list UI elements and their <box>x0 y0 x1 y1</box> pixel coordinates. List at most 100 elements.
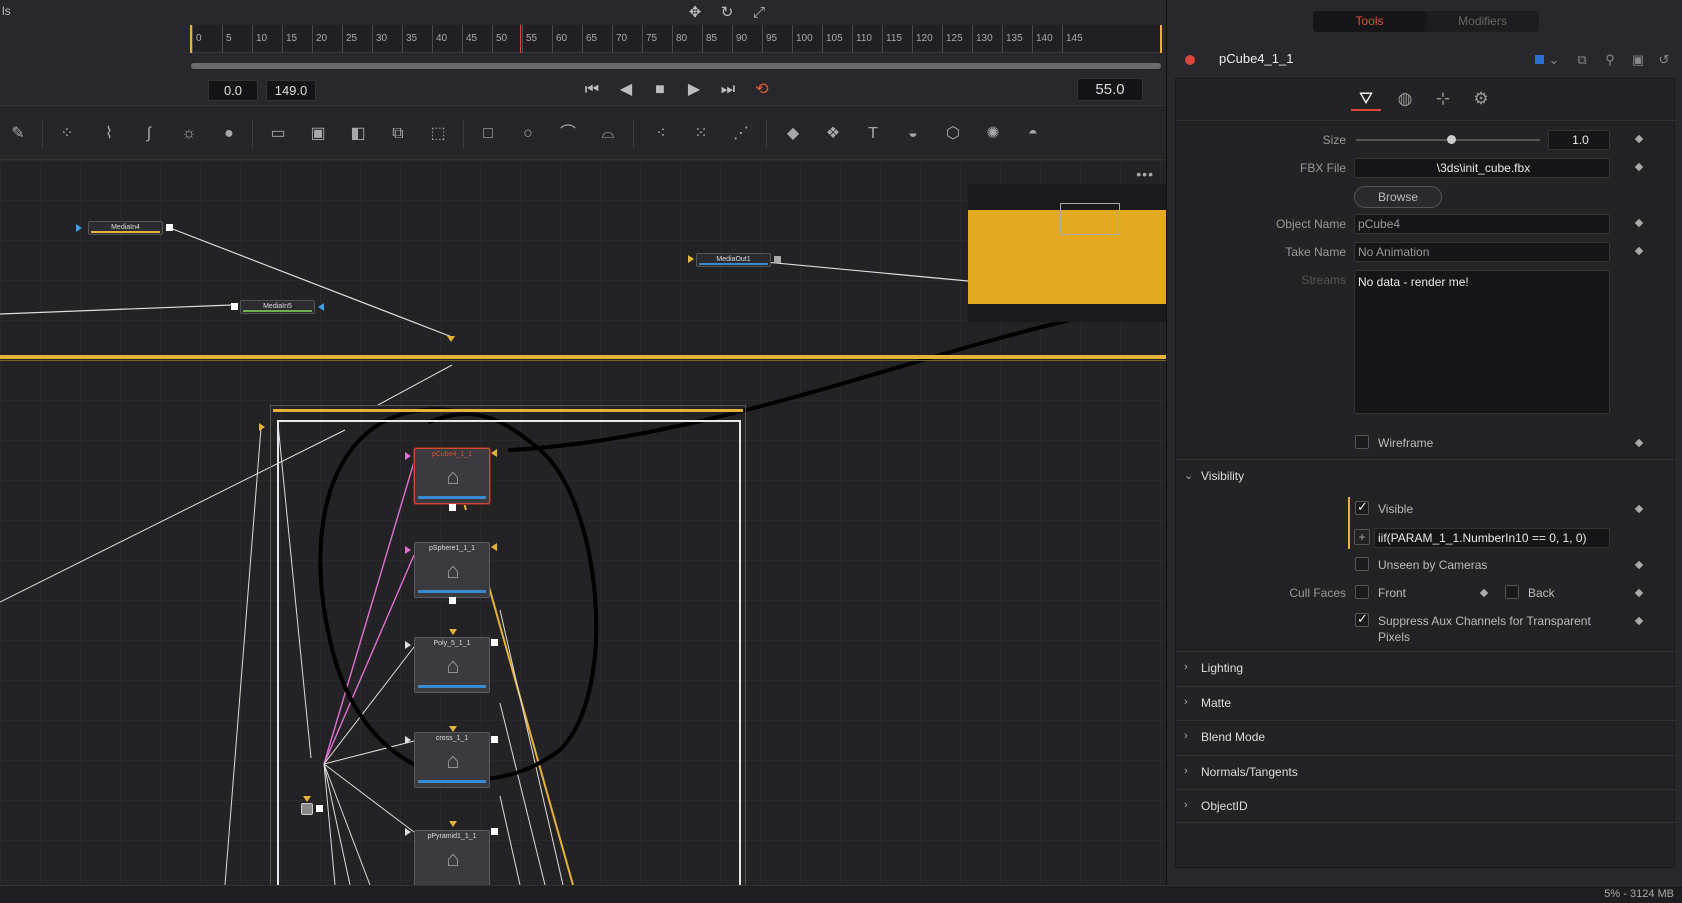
cross-node[interactable]: cross_1_1 ⌂ <box>414 732 490 788</box>
matte-section[interactable]: › Matte <box>1176 686 1676 720</box>
color-curves-icon[interactable]: ⌇ <box>98 123 120 145</box>
transform-icon[interactable]: ⧉ <box>387 123 409 145</box>
mediaout1-node[interactable]: MediaOut1 <box>696 253 771 267</box>
pcube-node[interactable]: pCube4_1_1 ⌂ <box>414 448 490 504</box>
go-to-start-icon[interactable]: ⏮ <box>580 80 604 100</box>
input-triangle[interactable] <box>405 736 411 744</box>
objectid-section[interactable]: › ObjectID <box>1176 789 1676 823</box>
visibility-title[interactable]: Visibility <box>1201 469 1244 483</box>
psphere-node[interactable]: pSphere1_1_1 ⌂ <box>414 542 490 598</box>
input-triangle[interactable] <box>405 452 411 460</box>
tool-enable-dot[interactable] <box>1185 55 1195 65</box>
lighting-section[interactable]: › Lighting <box>1176 651 1676 685</box>
size-field[interactable]: 1.0 <box>1548 130 1610 150</box>
curve-icon[interactable]: ∫ <box>138 123 160 145</box>
reset-icon[interactable]: ↺ <box>1655 51 1673 69</box>
browse-button[interactable]: Browse <box>1354 186 1442 208</box>
input-triangle[interactable] <box>405 641 411 649</box>
node-group[interactable] <box>270 405 746 885</box>
input-triangle[interactable] <box>405 828 411 836</box>
camera3d-icon[interactable]: ⬡ <box>942 123 964 145</box>
chevron-down-icon[interactable]: ⌄ <box>1545 51 1563 69</box>
background-icon[interactable]: ▭ <box>267 123 289 145</box>
input-triangle[interactable] <box>491 449 497 457</box>
front-checkbox[interactable] <box>1355 585 1369 599</box>
tab-tools[interactable]: Tools <box>1313 11 1426 32</box>
step-back-icon[interactable]: ◀ <box>614 80 638 100</box>
object-name-field[interactable]: pCube4 <box>1354 214 1610 234</box>
playhead[interactable] <box>520 25 521 53</box>
renderer3d-icon[interactable]: ◒ <box>902 123 924 145</box>
rotate-icon[interactable]: ↻ <box>717 4 737 22</box>
merge3d-node[interactable] <box>301 803 313 815</box>
output-pin[interactable] <box>491 736 498 743</box>
merge-icon[interactable]: ▣ <box>307 123 329 145</box>
input-triangle[interactable] <box>303 796 311 802</box>
render-end-marker[interactable] <box>1160 25 1162 53</box>
resize-icon[interactable]: ⬚ <box>427 123 449 145</box>
node-flow[interactable]: ••• MediaIn4 MediaIn5 MediaOut1 pCube4_1… <box>0 160 1166 885</box>
input-triangle[interactable] <box>449 629 457 635</box>
controls-tab-icon[interactable]: ⛛ <box>1351 87 1381 111</box>
keyframe-icon[interactable] <box>1634 162 1644 172</box>
keyframe-icon[interactable] <box>1634 246 1644 256</box>
paint-brush-icon[interactable]: ✎ <box>7 123 29 145</box>
wireframe-checkbox[interactable] <box>1355 435 1369 449</box>
brightness-icon[interactable]: ☼ <box>178 123 200 145</box>
output-pin[interactable] <box>491 639 498 646</box>
polygon-mask-icon[interactable]: ⌒ <box>557 123 579 145</box>
group-input-triangle[interactable] <box>259 423 265 431</box>
chevron-down-icon[interactable]: ⌄ <box>1184 469 1193 482</box>
stop-icon[interactable]: ■ <box>648 80 672 100</box>
mediain5-node[interactable]: MediaIn5 <box>240 300 315 314</box>
transform-tab-icon[interactable]: ⊹ <box>1428 87 1458 111</box>
take-name-field[interactable]: No Animation <box>1354 242 1610 262</box>
expand-icon[interactable]: ⤢ <box>749 4 769 22</box>
input-triangle[interactable] <box>688 255 694 263</box>
materials-tab-icon[interactable]: ◍ <box>1390 87 1420 111</box>
end-frame-field[interactable]: 149.0 <box>266 80 316 101</box>
input-triangle[interactable] <box>405 546 411 554</box>
output-pin[interactable] <box>774 256 781 263</box>
input-triangle[interactable] <box>318 303 324 311</box>
input-triangle[interactable] <box>449 821 457 827</box>
settings-tab-icon[interactable]: ⚙ <box>1466 87 1496 111</box>
rectangle-mask-icon[interactable]: □ <box>477 123 499 145</box>
keyframe-icon[interactable] <box>1634 218 1644 228</box>
lock-icon[interactable]: ▣ <box>1629 51 1647 69</box>
versions-icon[interactable]: ⧉ <box>1573 51 1591 69</box>
flow-splitter[interactable] <box>0 355 1166 359</box>
shape3d-icon[interactable]: ◆ <box>782 123 804 145</box>
go-to-end-icon[interactable]: ⏭ <box>716 80 740 100</box>
start-frame-field[interactable]: 0.0 <box>208 80 258 101</box>
output-pin[interactable] <box>449 504 456 511</box>
tool-header[interactable]: pCube4_1_1 ⌄ ⧉ ⚲ ▣ ↺ <box>1175 46 1675 74</box>
move-icon[interactable]: ✥ <box>685 4 705 22</box>
ellipse-mask-icon[interactable]: ○ <box>517 123 539 145</box>
particles-icon[interactable]: ⁘ <box>56 123 78 145</box>
output-pin[interactable] <box>491 828 498 835</box>
normals-tangents-section[interactable]: › Normals/Tangents <box>1176 755 1676 789</box>
blend-mode-section[interactable]: › Blend Mode <box>1176 720 1676 754</box>
prender-icon[interactable]: ⁙ <box>690 123 712 145</box>
bspline-mask-icon[interactable]: ⌓ <box>597 123 619 145</box>
output-pin[interactable] <box>449 597 456 604</box>
pin-icon[interactable]: ⚲ <box>1601 51 1619 69</box>
time-ruler[interactable]: 0 5 10 15 20 25 30 35 40 45 50 55 60 65 70 75 80 85 90 95 10… <box>190 25 1162 53</box>
unseen-by-cameras-checkbox[interactable] <box>1355 557 1369 571</box>
back-checkbox[interactable] <box>1505 585 1519 599</box>
color-swatch[interactable] <box>1535 55 1544 64</box>
keyframe-icon[interactable] <box>1634 134 1644 144</box>
fbx-file-field[interactable]: \3ds\init_cube.fbx <box>1354 158 1610 178</box>
current-frame-field[interactable]: 55.0 <box>1077 78 1143 101</box>
tab-modifiers[interactable]: Modifiers <box>1426 11 1539 32</box>
pemitter-icon[interactable]: ⁖ <box>650 123 672 145</box>
streams-textarea[interactable]: No data - render me! <box>1354 270 1610 414</box>
output-pin[interactable] <box>316 805 323 812</box>
add-expression-icon[interactable]: + <box>1354 529 1370 545</box>
poly-node[interactable]: Poly_5_1_1 ⌂ <box>414 637 490 693</box>
timeline-scrollbar[interactable] <box>191 63 1161 69</box>
merge3d-icon[interactable]: ❖ <box>822 123 844 145</box>
spotlight-icon[interactable]: ◓ <box>1022 123 1044 145</box>
size-slider-knob[interactable] <box>1447 135 1456 144</box>
